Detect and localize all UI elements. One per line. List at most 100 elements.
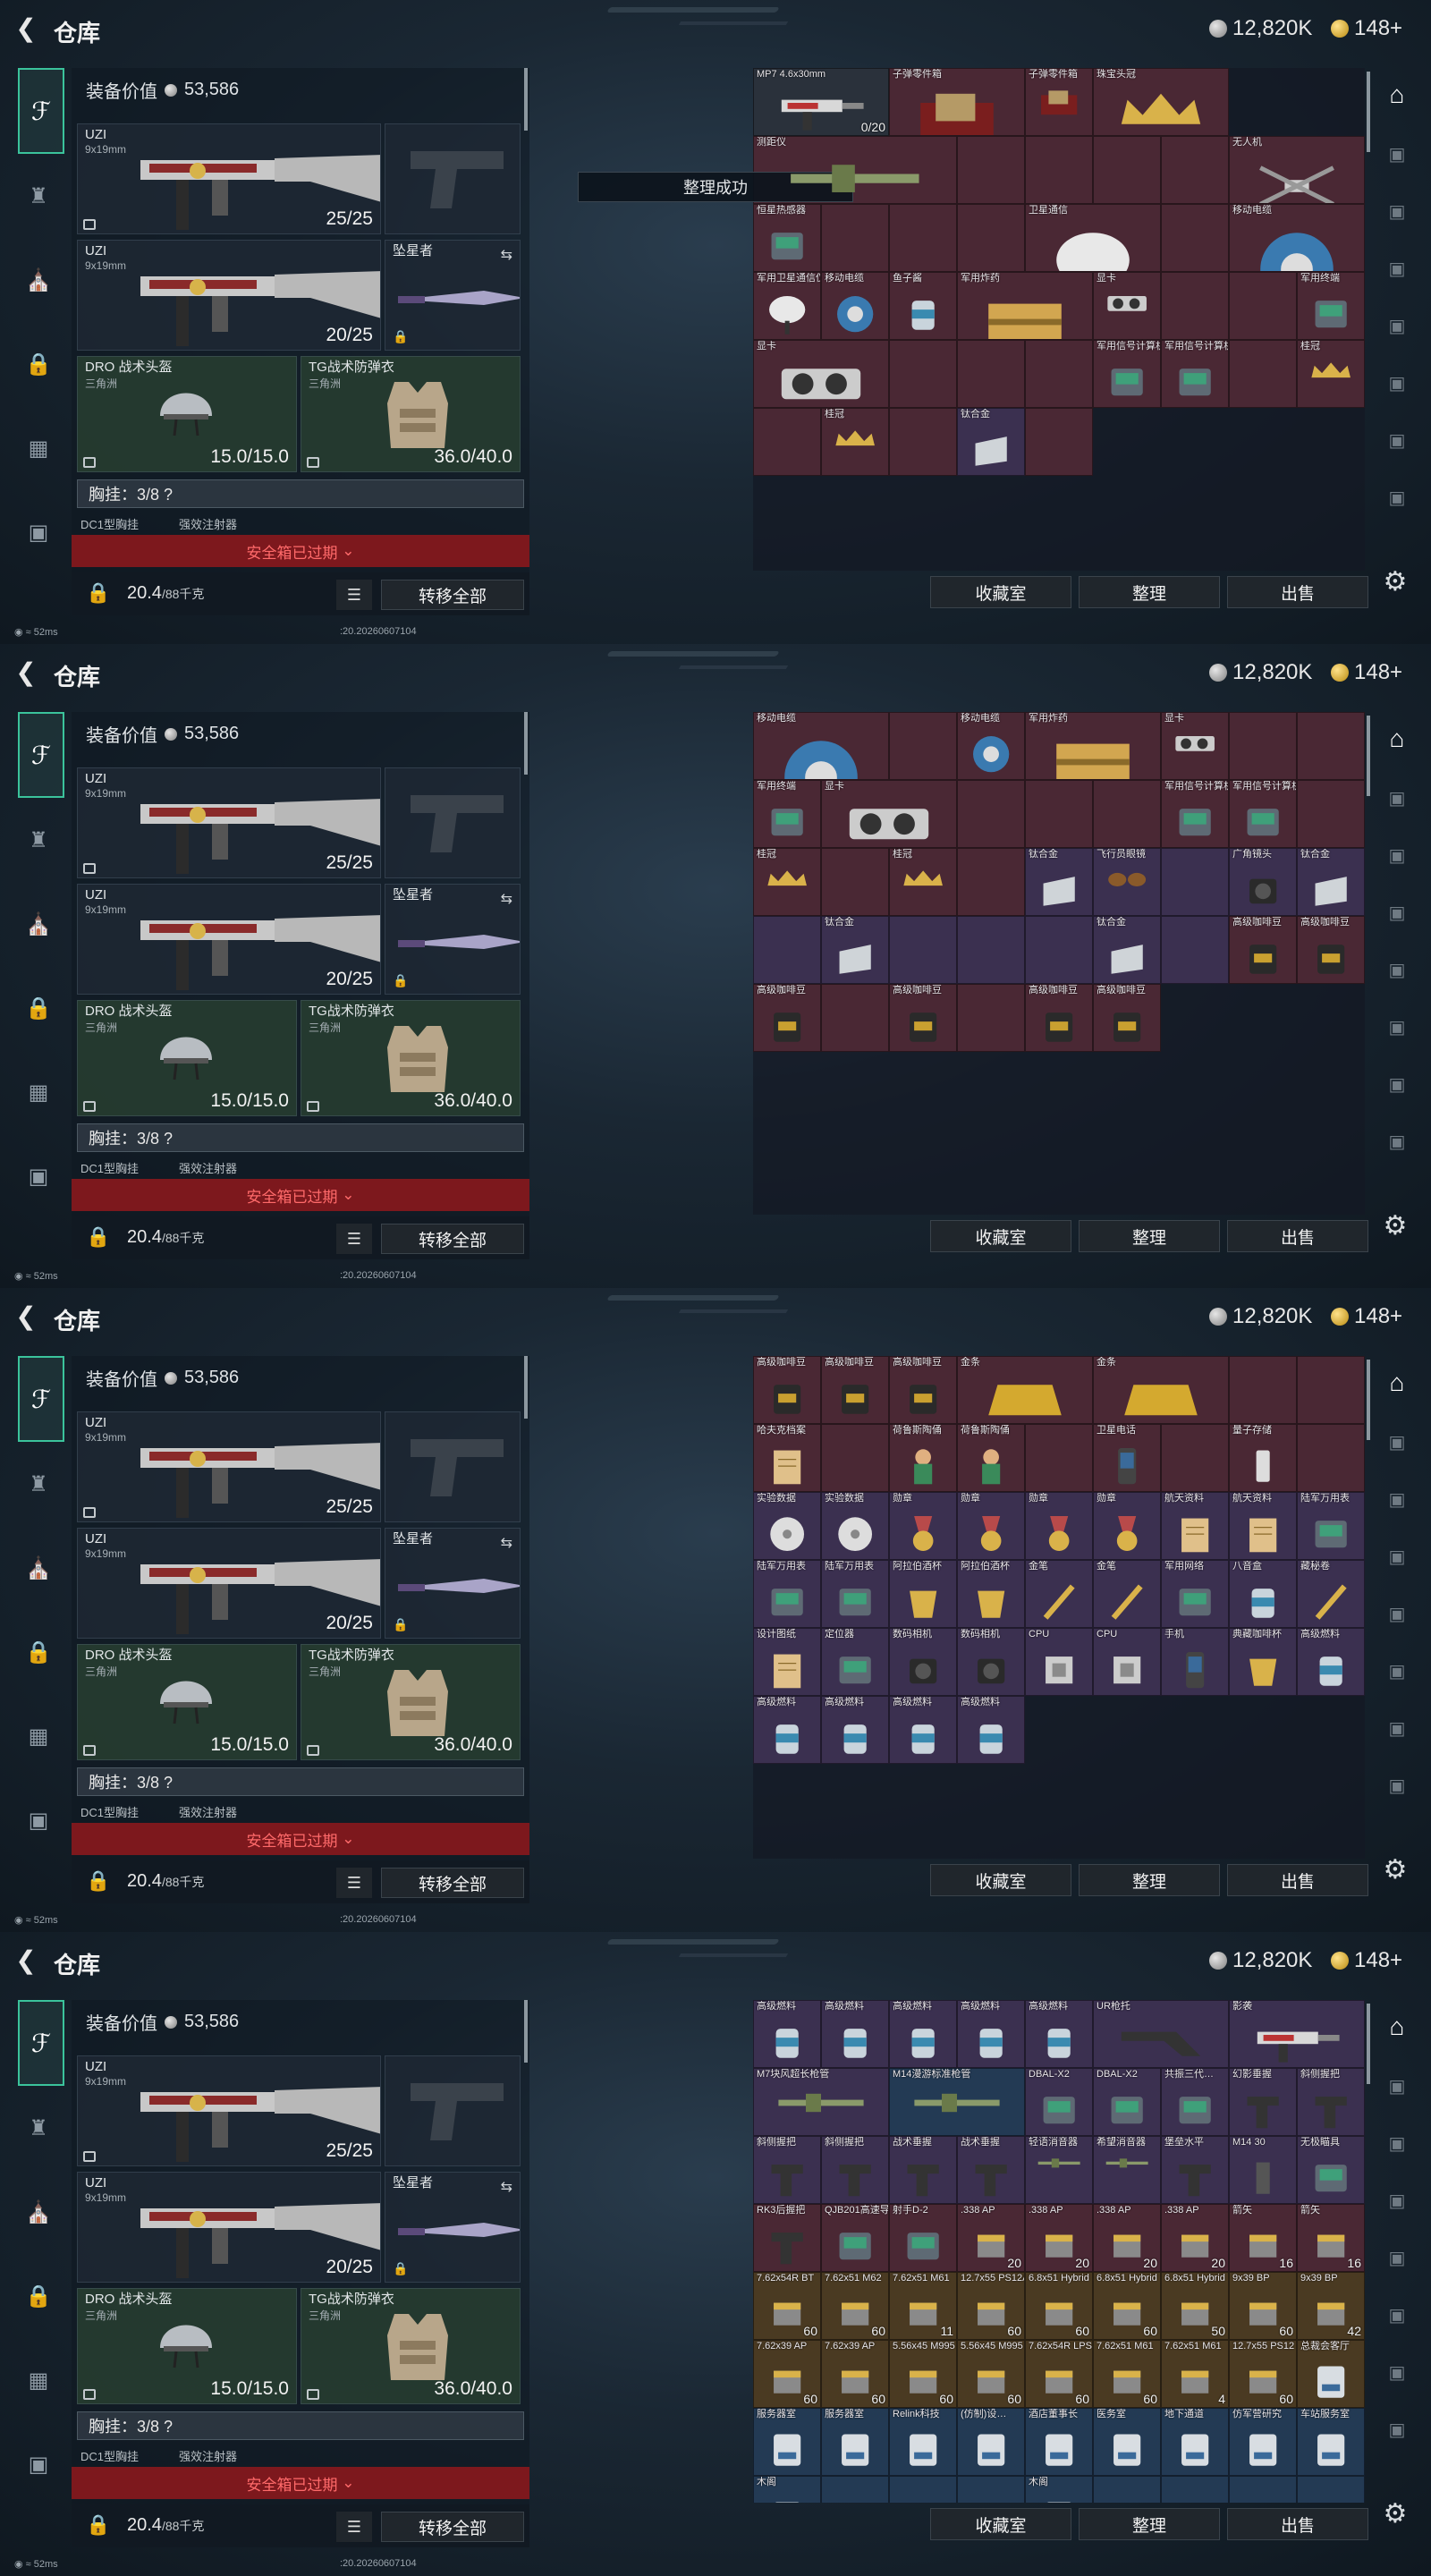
stash-page-icon[interactable]: ▣ xyxy=(1376,2122,1418,2165)
stash-item[interactable]: 高级咖啡豆 xyxy=(753,1356,821,1424)
stash-item[interactable]: 定位器 xyxy=(821,1628,889,1696)
stash-item[interactable] xyxy=(957,780,1025,848)
stash-page-icon[interactable]: ▣ xyxy=(1376,1063,1418,1106)
stash-item[interactable]: 箭矢 16 xyxy=(1229,2204,1297,2272)
stash-page-icon[interactable]: ▣ xyxy=(1376,132,1418,175)
collection-room-button[interactable]: 收藏室 xyxy=(930,1864,1071,1896)
gold-currency[interactable]: 148+ xyxy=(1331,660,1402,685)
stash-item[interactable]: 仿军营研究 xyxy=(1229,2408,1297,2476)
stash-item[interactable] xyxy=(957,340,1025,408)
sort-button[interactable]: 整理 xyxy=(1079,1220,1220,1252)
primary-weapon-slot[interactable]: UZI 9x19mm 25/25 xyxy=(77,767,381,878)
stash-item[interactable]: 卫星电话 xyxy=(1093,1424,1161,1492)
stash-item[interactable]: 军用卫星通信仪 xyxy=(753,272,821,340)
list-view-button[interactable]: ☰ xyxy=(336,1868,372,1898)
stash-page-icon[interactable]: ▣ xyxy=(1376,834,1418,877)
gun-category-icon[interactable]: ℱ xyxy=(18,68,64,154)
stash-item[interactable] xyxy=(1229,1356,1297,1424)
stash-item[interactable]: 子弹零件箱 xyxy=(889,68,1025,136)
stash-scrollbar[interactable] xyxy=(1367,1360,1370,1440)
stash-page-icon[interactable]: ▣ xyxy=(1376,1535,1418,1578)
armor-slot[interactable]: TG战术防弹衣 三角洲 36.0/40.0 xyxy=(301,1644,521,1760)
warehouse-home-icon[interactable]: ⌂ xyxy=(1376,73,1418,116)
stash-page-icon[interactable]: ▣ xyxy=(1376,476,1418,519)
stash-page-icon[interactable]: ▣ xyxy=(1376,2408,1418,2451)
stash-item[interactable] xyxy=(957,916,1025,984)
stash-item[interactable] xyxy=(957,136,1025,204)
stash-item[interactable]: 飞行员眼镜 xyxy=(1093,848,1161,916)
stash-item[interactable]: 阿拉伯酒杯 xyxy=(889,1560,957,1628)
stash-page-icon[interactable]: ▣ xyxy=(1376,361,1418,404)
stash-item[interactable]: 桂冠 xyxy=(1297,340,1365,408)
stash-item[interactable] xyxy=(753,408,821,476)
rig-category-icon[interactable]: ▦ xyxy=(16,426,61,470)
collection-room-button[interactable]: 收藏室 xyxy=(930,576,1071,608)
safe-box-expired-banner[interactable]: 安全箱已过期 ⌄ xyxy=(72,1823,529,1855)
stash-item[interactable]: 无极瞄具 xyxy=(1297,2136,1365,2204)
armor-category-icon[interactable]: ♜ xyxy=(16,2106,61,2150)
back-arrow-icon[interactable]: ❮ xyxy=(13,658,39,686)
rig-category-icon[interactable]: ▦ xyxy=(16,2358,61,2402)
stash-item[interactable] xyxy=(1229,2476,1297,2503)
transfer-all-button[interactable]: 转移全部 xyxy=(381,1224,524,1254)
stash-item[interactable]: 战术垂握 xyxy=(889,2136,957,2204)
stash-scrollbar[interactable] xyxy=(1367,72,1370,152)
stash-item[interactable]: 八音盒 xyxy=(1229,1560,1297,1628)
stash-page-icon[interactable]: ▣ xyxy=(1376,2064,1418,2107)
stash-page-icon[interactable]: ▣ xyxy=(1376,2179,1418,2222)
stash-item[interactable] xyxy=(1161,272,1229,340)
stash-item[interactable] xyxy=(821,204,889,272)
settings-gear-icon[interactable]: ⚙ xyxy=(1379,565,1411,597)
stash-item[interactable]: 藏秘卷 xyxy=(1297,1560,1365,1628)
sort-button[interactable]: 整理 xyxy=(1079,1864,1220,1896)
armor-slot[interactable]: TG战术防弹衣 三角洲 36.0/40.0 xyxy=(301,2288,521,2404)
stash-item[interactable]: 航天资料 xyxy=(1161,1492,1229,1560)
stash-item[interactable] xyxy=(1161,136,1229,204)
stash-item[interactable]: (仿制)设… xyxy=(957,2408,1025,2476)
stash-item[interactable]: DBAL-X2 xyxy=(1025,2068,1093,2136)
stash-item[interactable]: 移动电缆 xyxy=(1229,204,1365,272)
safe-box-expired-banner[interactable]: 安全箱已过期 ⌄ xyxy=(72,535,529,567)
swap-icon[interactable]: ⇆ xyxy=(501,1534,512,1552)
gun-category-icon[interactable]: ℱ xyxy=(18,712,64,798)
stash-item[interactable]: 典藏咖啡杯 xyxy=(1229,1628,1297,1696)
stash-page-icon[interactable]: ▣ xyxy=(1376,1707,1418,1750)
stash-item[interactable]: 陆军万用表 xyxy=(821,1560,889,1628)
back-arrow-icon[interactable]: ❮ xyxy=(13,1302,39,1330)
stash-page-icon[interactable]: ▣ xyxy=(1376,1420,1418,1463)
stash-item[interactable]: M7块风超长枪管 xyxy=(753,2068,889,2136)
stash-item[interactable]: 6.8x51 Hybrid 60 xyxy=(1025,2272,1093,2340)
settings-gear-icon[interactable]: ⚙ xyxy=(1379,2497,1411,2529)
safe-box-expired-banner[interactable]: 安全箱已过期 ⌄ xyxy=(72,1179,529,1211)
stash-item[interactable]: 总裁会客厅 xyxy=(1297,2340,1365,2408)
stash-page-icon[interactable]: ▣ xyxy=(1376,948,1418,991)
stash-item[interactable]: 子弹零件箱 xyxy=(1025,68,1093,136)
rig-category-icon[interactable]: ▦ xyxy=(16,1070,61,1114)
stash-item[interactable]: 陆军万用表 xyxy=(1297,1492,1365,1560)
stash-item[interactable]: 显卡 xyxy=(1093,272,1161,340)
stash-item[interactable] xyxy=(889,712,957,780)
stash-item[interactable]: 轻语消音器 xyxy=(1025,2136,1093,2204)
stash-item[interactable]: 高级燃料 xyxy=(821,1696,889,1764)
armor-category-icon[interactable]: ♜ xyxy=(16,1462,61,1506)
stash-item[interactable]: 无人机 xyxy=(1229,136,1365,204)
sell-button[interactable]: 出售 xyxy=(1227,1220,1368,1252)
stash-item[interactable]: DBAL-X2 xyxy=(1093,2068,1161,2136)
stash-item[interactable]: 7.62x51 M62 60 xyxy=(821,2272,889,2340)
stash-item[interactable]: 移动电缆 xyxy=(821,272,889,340)
stash-item[interactable]: 军用终端 xyxy=(753,780,821,848)
gold-currency[interactable]: 148+ xyxy=(1331,1948,1402,1973)
stash-scrollbar[interactable] xyxy=(1367,2004,1370,2084)
gold-currency[interactable]: 148+ xyxy=(1331,16,1402,41)
stash-item[interactable]: 鱼子酱 xyxy=(889,272,957,340)
stash-item[interactable]: 高级咖啡豆 xyxy=(889,984,957,1052)
stash-item[interactable] xyxy=(889,408,957,476)
stash-page-icon[interactable]: ▣ xyxy=(1376,1592,1418,1635)
melee-slot[interactable]: 坠星者 ⇆ 🔒 xyxy=(385,2172,521,2283)
stash-item[interactable]: UR枪托 xyxy=(1093,2000,1229,2068)
stash-item[interactable] xyxy=(889,2476,957,2503)
bag-category-icon[interactable]: 🔒 xyxy=(16,986,61,1030)
stash-item[interactable]: .338 AP 20 xyxy=(957,2204,1025,2272)
stash-item[interactable]: 阿拉伯酒杯 xyxy=(957,1560,1025,1628)
stash-item[interactable]: 设计图纸 xyxy=(753,1628,821,1696)
